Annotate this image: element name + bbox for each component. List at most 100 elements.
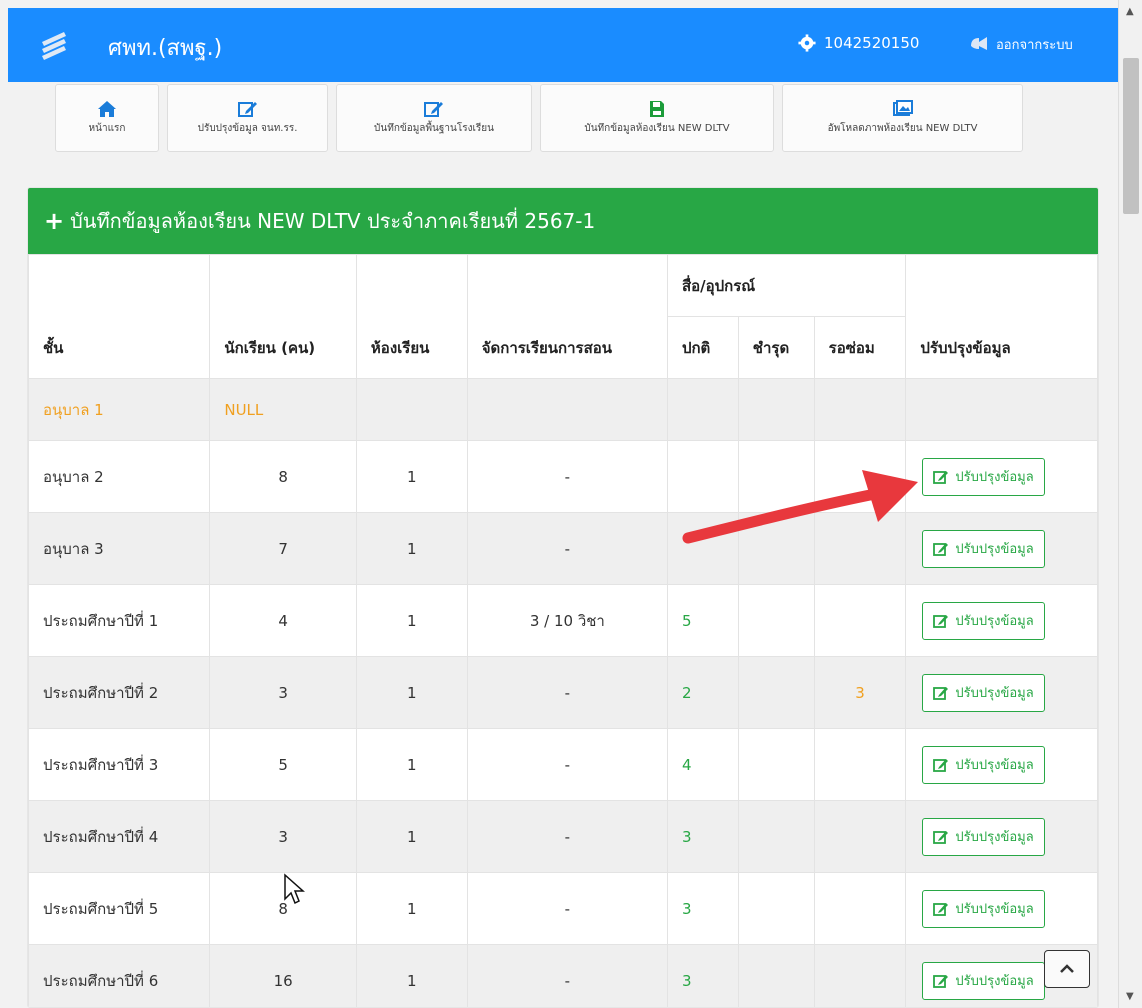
edit-icon [933, 758, 949, 772]
plus-icon: + [44, 207, 65, 235]
cell-rooms: 1 [355, 656, 468, 729]
cell-grade: ประถมศึกษาปีที่ 6 [28, 944, 211, 1007]
user-id: 1042520150 [824, 34, 920, 52]
back-to-top-button[interactable] [1044, 950, 1090, 988]
table-row: อนุบาล 1 NULL [28, 378, 1098, 441]
user-menu[interactable]: 1042520150 [798, 34, 919, 52]
header-normal: ปกติ [666, 316, 739, 379]
menu-icon[interactable] [36, 28, 72, 64]
school-basic-label: บันทึกข้อมูลพื้นฐานโรงเรียน [374, 123, 494, 134]
mouse-cursor [284, 873, 305, 905]
cell-teaching: - [466, 728, 668, 801]
cell-broken [737, 872, 815, 945]
cell-normal: 3 [666, 944, 739, 1007]
home-label: หน้าแรก [88, 123, 126, 134]
update-row-label: ปรับปรุงข้อมูล [955, 614, 1034, 629]
cell-repair [813, 512, 907, 585]
image-icon [892, 100, 913, 116]
update-staff-button[interactable]: ปรับปรุงข้อมูล จนท.รร. [167, 84, 328, 152]
cell-update: ปรับปรุงข้อมูล [905, 584, 1098, 657]
cell-repair [813, 584, 907, 657]
cell-broken [737, 944, 815, 1007]
home-button[interactable]: หน้าแรก [55, 84, 159, 152]
cell-teaching: - [466, 872, 668, 945]
update-row-button[interactable]: ปรับปรุงข้อมูล [922, 961, 1045, 1000]
cell-students: 3 [209, 656, 357, 729]
update-row-label: ปรับปรุงข้อมูล [955, 542, 1034, 557]
cell-students: 4 [209, 584, 357, 657]
update-row-button[interactable]: ปรับปรุงข้อมูล [922, 457, 1045, 496]
panel-header: + บันทึกข้อมูลห้องเรียน NEW DLTV ประจำภา… [28, 188, 1098, 254]
update-row-label: ปรับปรุงข้อมูล [955, 830, 1034, 845]
cell-grade: ประถมศึกษาปีที่ 2 [28, 656, 211, 729]
cell-grade: อนุบาล 2 [28, 440, 211, 513]
cell-grade: ประถมศึกษาปีที่ 3 [28, 728, 211, 801]
logout-icon [971, 36, 987, 50]
update-row-button[interactable]: ปรับปรุงข้อมูล [922, 745, 1045, 784]
update-row-button[interactable]: ปรับปรุงข้อมูล [922, 889, 1045, 928]
cell-normal: 3 [666, 872, 739, 945]
table-row: ประถมศึกษาปีที่ 3 5 1-4 ปรับปรุงข้อมูล [28, 728, 1098, 801]
home-icon [98, 101, 116, 117]
cell-repair [813, 378, 907, 441]
cell-students: 8 [209, 440, 357, 513]
update-row-label: ปรับปรุงข้อมูล [955, 686, 1034, 701]
upload-image-button[interactable]: อัพโหลดภาพห้องเรียน NEW DLTV [782, 84, 1023, 152]
header-grade: ชั้น [28, 254, 211, 379]
scroll-thumb[interactable] [1123, 58, 1139, 214]
table-row: อนุบาล 3 7 1- ปรับปรุงข้อมูล [28, 512, 1098, 585]
cell-teaching: - [466, 656, 668, 729]
school-basic-button[interactable]: บันทึกข้อมูลพื้นฐานโรงเรียน [336, 84, 532, 152]
cell-update: ปรับปรุงข้อมูล [905, 872, 1098, 945]
cell-broken [737, 584, 815, 657]
cell-repair [813, 944, 907, 1007]
cell-update: ปรับปรุงข้อมูล [905, 440, 1098, 513]
header-media: สื่อ/อุปกรณ์ [666, 254, 907, 317]
cell-rooms: 1 [355, 800, 468, 873]
logout-label: ออกจากระบบ [996, 38, 1073, 53]
cell-rooms: 1 [355, 728, 468, 801]
table-row: ประถมศึกษาปีที่ 2 3 1-2 3 ปรับปรุงข้อมูล [28, 656, 1098, 729]
edit-icon [933, 830, 949, 844]
upload-image-label: อัพโหลดภาพห้องเรียน NEW DLTV [827, 123, 978, 134]
cell-students: 3 [209, 800, 357, 873]
scroll-up-arrow[interactable]: ▲ [1126, 6, 1134, 17]
cell-students: NULL [209, 378, 357, 441]
edit-icon [933, 686, 949, 700]
edit-icon [933, 470, 949, 484]
header-broken: ชำรุด [737, 316, 815, 379]
update-row-button[interactable]: ปรับปรุงข้อมูล [922, 817, 1045, 856]
edit-icon [424, 102, 443, 117]
edit-icon [933, 542, 949, 556]
classroom-data-button[interactable]: บันทึกข้อมูลห้องเรียน NEW DLTV [540, 84, 774, 152]
edit-icon [237, 102, 257, 117]
edit-icon [933, 974, 949, 988]
cell-teaching: - [466, 512, 668, 585]
cell-rooms: 1 [355, 512, 468, 585]
cell-rooms [355, 378, 468, 441]
table-row: อนุบาล 2 8 1- ปรับปรุงข้อมูล [28, 440, 1098, 513]
classroom-table: ชั้น นักเรียน (คน) ห้องเรียน จัดการเรียน… [28, 254, 1098, 1007]
logout-link[interactable]: ออกจากระบบ [968, 34, 1073, 55]
update-row-button[interactable]: ปรับปรุงข้อมูล [922, 673, 1045, 712]
header-teaching: จัดการเรียนการสอน [466, 254, 668, 379]
cell-rooms: 1 [355, 944, 468, 1007]
cell-normal [666, 378, 739, 441]
scroll-down-arrow[interactable]: ▼ [1126, 991, 1134, 1002]
header-repair: รอซ่อม [813, 316, 907, 379]
vertical-scrollbar[interactable]: ▲ ▼ [1118, 0, 1142, 1008]
table-row: ประถมศึกษาปีที่ 1413 / 10 วิชา 5 ปรับปรุงข… [28, 584, 1098, 657]
update-row-button[interactable]: ปรับปรุงข้อมูล [922, 601, 1045, 640]
update-row-button[interactable]: ปรับปรุงข้อมูล [922, 529, 1045, 568]
cell-rooms: 1 [355, 872, 468, 945]
cell-update: ปรับปรุงข้อมูล [905, 512, 1098, 585]
cell-repair [813, 872, 907, 945]
table-row: ประถมศึกษาปีที่ 6 16 1-3 ปรับปรุงข้อมูล [28, 944, 1098, 1007]
cell-teaching: - [466, 800, 668, 873]
panel-title: บันทึกข้อมูลห้องเรียน NEW DLTV ประจำภาคเ… [70, 209, 596, 233]
cell-update: ปรับปรุงข้อมูล [905, 656, 1098, 729]
classroom-panel: + บันทึกข้อมูลห้องเรียน NEW DLTV ประจำภา… [27, 187, 1099, 1008]
brand-title[interactable]: ศพท.(สพฐ.) [108, 30, 222, 65]
toolbar: หน้าแรก ปรับปรุงข้อมูล จนท.รร. บันทึกข้อ… [55, 84, 1023, 152]
cell-normal: 5 [666, 584, 739, 657]
